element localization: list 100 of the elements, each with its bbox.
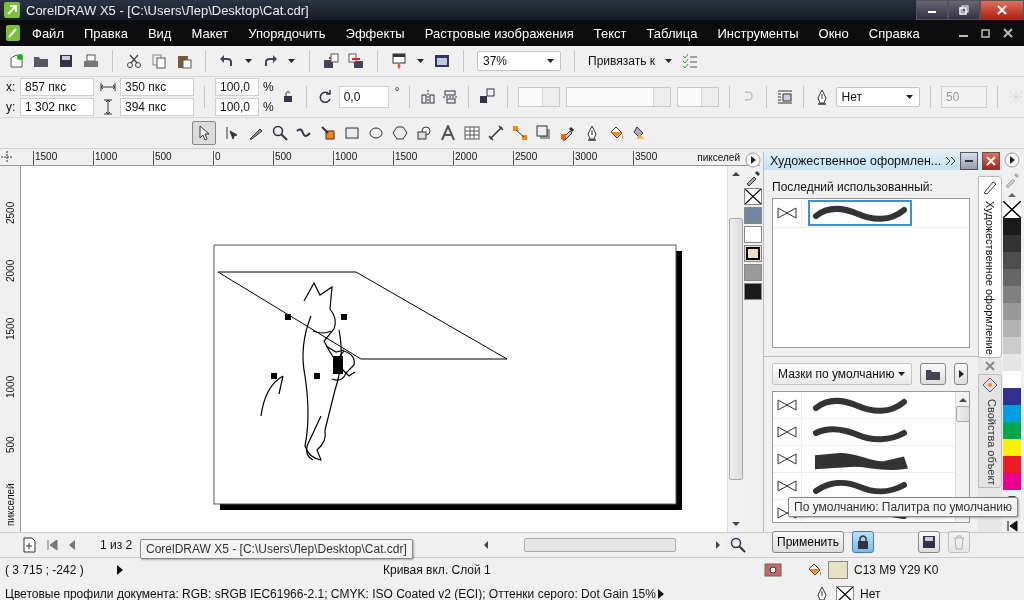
play-icon[interactable] xyxy=(745,152,761,168)
shape-tool-icon[interactable] xyxy=(224,125,240,141)
color-swatch[interactable] xyxy=(1003,371,1021,389)
selection-handles[interactable] xyxy=(271,314,347,379)
scroll-down-icon[interactable] xyxy=(730,520,741,528)
x-field[interactable]: 857 пкс xyxy=(20,78,94,96)
height-field[interactable]: 394 пкс xyxy=(120,98,194,116)
copy-icon[interactable] xyxy=(151,53,167,69)
color-swatch[interactable] xyxy=(1003,252,1021,270)
caret-icon[interactable] xyxy=(244,57,253,65)
connector-icon[interactable] xyxy=(512,125,528,141)
color-swatch[interactable] xyxy=(1003,218,1021,236)
menu-item[interactable]: Окно xyxy=(808,25,859,41)
eyedropper-icon[interactable] xyxy=(560,125,576,141)
menu-item[interactable]: Растровые изображения xyxy=(414,25,584,41)
play-icon[interactable] xyxy=(957,369,965,379)
apply-button[interactable]: Применить xyxy=(772,531,844,553)
fill-bucket-icon[interactable] xyxy=(806,562,822,578)
mirror-horizontal-icon[interactable] xyxy=(420,89,437,105)
table-icon[interactable] xyxy=(464,125,480,141)
no-color-swatch[interactable] xyxy=(744,188,762,205)
object-properties-icon[interactable] xyxy=(982,376,998,393)
grid-dots-icon[interactable] xyxy=(1008,89,1024,105)
zoom-icon[interactable] xyxy=(272,125,288,141)
basic-shapes-icon[interactable] xyxy=(416,125,432,141)
color-swatch[interactable] xyxy=(744,207,762,224)
menu-item[interactable]: Файл xyxy=(22,25,74,41)
menu-item[interactable]: Вид xyxy=(137,25,182,41)
brush-stroke-drawing[interactable] xyxy=(808,200,912,226)
color-swatch[interactable] xyxy=(1003,286,1021,304)
color-swatch[interactable] xyxy=(1003,337,1021,355)
print-icon[interactable] xyxy=(83,53,99,69)
close-button[interactable] xyxy=(980,0,1024,20)
color-swatch[interactable] xyxy=(744,226,762,243)
color-swatch[interactable] xyxy=(1003,235,1021,253)
scroll-up-icon[interactable] xyxy=(730,170,741,178)
caret-icon[interactable] xyxy=(664,57,673,65)
color-swatch[interactable] xyxy=(1003,354,1021,372)
app-logo-icon[interactable] xyxy=(6,24,22,42)
window-icon[interactable] xyxy=(434,53,450,69)
flyout-button[interactable] xyxy=(954,363,968,385)
close-button[interactable] xyxy=(982,152,1000,170)
color-swatch[interactable] xyxy=(1003,303,1021,321)
export-icon[interactable] xyxy=(348,53,364,69)
restore-icon[interactable] xyxy=(958,4,970,16)
minimize-button[interactable] xyxy=(960,152,979,170)
color-swatch[interactable] xyxy=(1003,269,1021,287)
menu-item[interactable]: Эффекты xyxy=(335,25,415,41)
text-tool-icon[interactable] xyxy=(440,125,456,141)
caret-icon[interactable] xyxy=(897,370,906,378)
y-field[interactable]: 1 302 пкс xyxy=(20,98,94,116)
color-swatch[interactable] xyxy=(744,264,762,281)
play-icon[interactable] xyxy=(1004,152,1020,168)
maximize-button[interactable] xyxy=(948,0,980,20)
eyedropper-icon[interactable] xyxy=(745,170,761,186)
publish-pdf-icon[interactable] xyxy=(391,53,407,69)
color-swatch[interactable] xyxy=(1003,473,1021,491)
color-swatch[interactable] xyxy=(744,245,762,262)
ellipse-icon[interactable] xyxy=(368,125,384,141)
color-proof-icon[interactable] xyxy=(764,562,782,578)
browse-button[interactable] xyxy=(920,363,946,385)
snap-to-menu[interactable]: Привязать к xyxy=(588,54,655,68)
cat-drawing[interactable] xyxy=(260,282,356,461)
color-swatch[interactable] xyxy=(1003,456,1021,474)
new-document-icon[interactable] xyxy=(8,53,24,69)
first-page-icon[interactable] xyxy=(1006,520,1018,532)
color-swatch[interactable] xyxy=(1003,439,1021,457)
restore-icon[interactable] xyxy=(980,27,992,39)
scale-x-field[interactable]: 100,0 xyxy=(215,78,259,96)
caret-icon[interactable] xyxy=(287,57,296,65)
brush-category-dropdown[interactable]: Мазки по умолчанию xyxy=(772,363,912,385)
brush-icon[interactable] xyxy=(982,179,998,195)
menu-item[interactable]: Таблица xyxy=(636,25,708,41)
save-icon[interactable] xyxy=(58,53,74,69)
scroll-right-icon[interactable] xyxy=(714,540,722,550)
color-swatch[interactable] xyxy=(744,283,762,300)
scrollbar-thumb[interactable] xyxy=(955,406,970,422)
import-icon[interactable] xyxy=(323,53,339,69)
color-swatch[interactable] xyxy=(1003,320,1021,338)
scale-y-field[interactable]: 100,0 xyxy=(215,98,259,116)
expand-icon[interactable] xyxy=(945,156,957,166)
drop-shadow-icon[interactable] xyxy=(536,125,552,141)
no-color-swatch[interactable] xyxy=(836,585,854,600)
no-color-swatch[interactable] xyxy=(1003,201,1021,219)
scrollbar-thumb[interactable] xyxy=(524,538,676,552)
menu-item[interactable]: Упорядочить xyxy=(238,25,336,41)
expand-arrow-icon[interactable] xyxy=(115,564,125,576)
dimension-icon[interactable] xyxy=(488,125,504,141)
menu-item[interactable]: Инструменты xyxy=(707,25,809,41)
minimize-button[interactable] xyxy=(916,0,948,20)
color-swatch[interactable] xyxy=(1003,388,1021,406)
outline-width-dropdown[interactable]: Нет xyxy=(835,87,921,107)
zoom-dropdown[interactable]: 37% xyxy=(477,51,561,71)
caret-icon[interactable] xyxy=(546,57,555,65)
polygon-icon[interactable] xyxy=(392,125,408,141)
width-field[interactable]: 350 пкс xyxy=(120,78,194,96)
docker-tab[interactable]: Свойства объект xyxy=(978,373,1002,489)
mirror-vertical-icon[interactable] xyxy=(442,89,459,105)
fill-bucket-icon[interactable] xyxy=(608,125,624,141)
menu-item[interactable]: Текст xyxy=(583,25,637,41)
